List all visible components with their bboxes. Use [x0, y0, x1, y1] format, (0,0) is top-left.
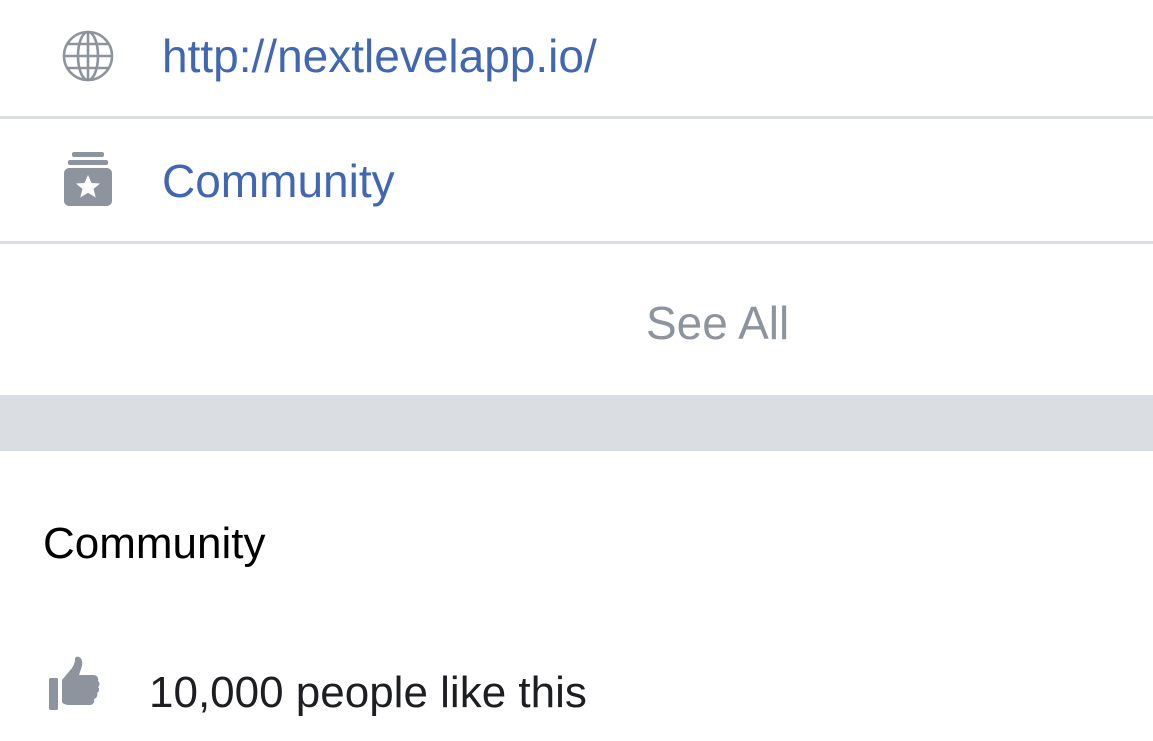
page-about-panel: http://nextlevelapp.io/ Community See Al…	[0, 0, 1153, 741]
section-separator	[0, 395, 1153, 451]
section-title: Community	[43, 519, 266, 568]
category-star-icon	[59, 150, 117, 208]
likes-count: 10,000 people like this	[149, 668, 587, 717]
category-row[interactable]: Community	[0, 119, 1153, 241]
website-row[interactable]: http://nextlevelapp.io/	[0, 0, 1153, 116]
thumbs-up-icon	[46, 656, 102, 712]
website-link[interactable]: http://nextlevelapp.io/	[162, 33, 597, 79]
see-all-button[interactable]	[0, 244, 1153, 395]
category-link[interactable]: Community	[162, 158, 395, 204]
see-all-label[interactable]: See All	[646, 300, 789, 346]
globe-icon	[59, 27, 117, 85]
